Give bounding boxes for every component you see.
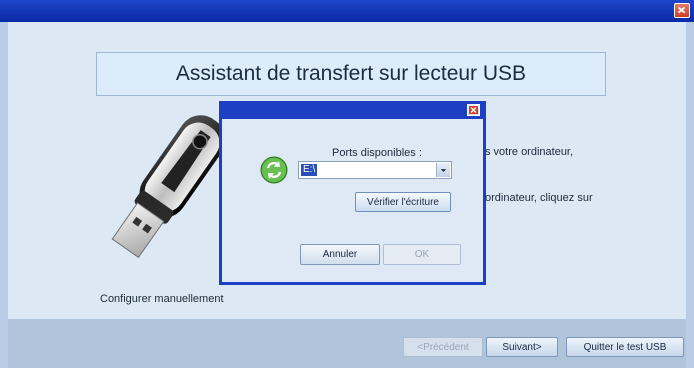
instruction-text-2: ordinateur, cliquez sur [485,192,593,204]
instruction-text-1: s votre ordinateur, [485,146,574,158]
dialog-title-bar [219,101,486,119]
ports-label: Ports disponibles : [332,147,422,159]
chevron-down-icon [440,169,447,172]
port-select[interactable]: E:\ [298,161,452,179]
title-bar [0,0,694,22]
ok-button[interactable]: OK [383,244,461,265]
previous-button[interactable]: <Précédent [403,337,483,357]
dialog-body: Ports disponibles : E:\ Vérifier l'écrit… [222,119,483,282]
close-icon [470,107,477,113]
main-window: Assistant de transfert sur lecteur USB s… [0,0,694,368]
window-close-button[interactable] [674,3,690,18]
title-banner: Assistant de transfert sur lecteur USB [96,52,606,96]
dialog-close-button[interactable] [467,104,480,116]
cancel-button[interactable]: Annuler [300,244,380,265]
verify-write-button[interactable]: Vérifier l'écriture [355,192,451,212]
quit-test-button[interactable]: Quitter le test USB [566,337,684,357]
manual-config-link[interactable]: Configurer manuellement [100,293,224,305]
port-value: E:\ [301,164,318,176]
refresh-icon[interactable] [260,156,288,184]
page-title: Assistant de transfert sur lecteur USB [175,62,527,85]
port-dropdown-button[interactable] [436,163,450,177]
port-dialog: Ports disponibles : E:\ Vérifier l'écrit… [219,101,486,285]
next-button[interactable]: Suivant> [486,337,558,357]
close-icon [677,6,686,14]
